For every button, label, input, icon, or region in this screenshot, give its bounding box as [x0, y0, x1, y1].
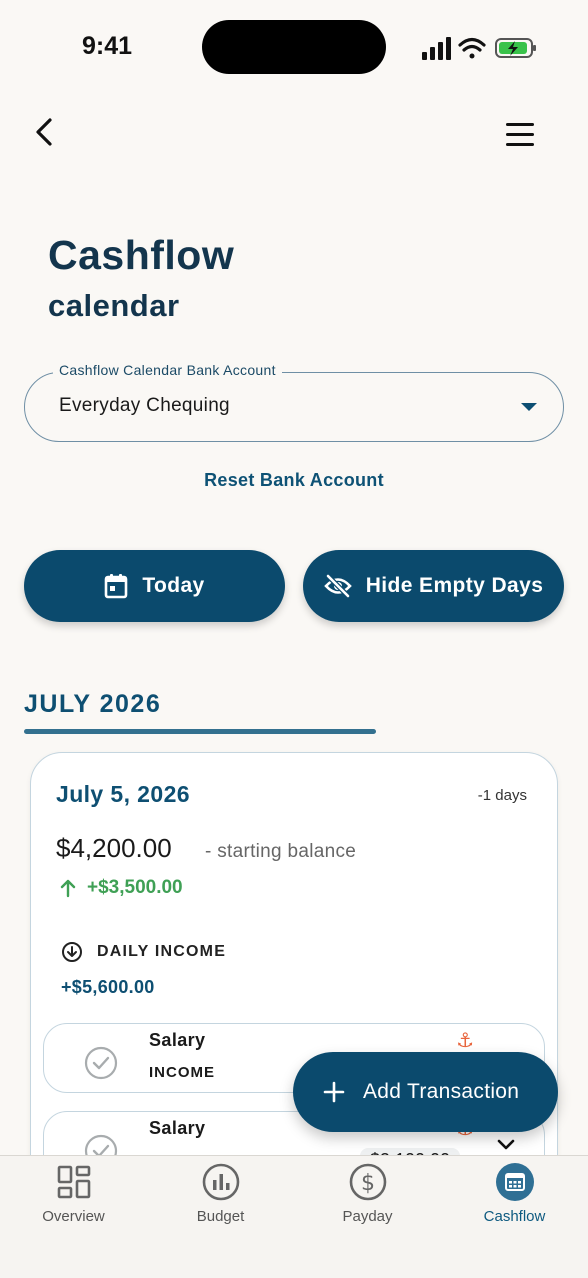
status-time: 9:41: [82, 32, 133, 60]
overview-icon: [54, 1162, 94, 1202]
arrow-up-icon: [60, 879, 76, 898]
payday-icon: $: [348, 1162, 388, 1202]
day-card-date: July 5, 2026: [56, 781, 190, 807]
back-icon[interactable]: [26, 112, 66, 152]
budget-icon: [201, 1162, 241, 1202]
nav-label-overview: Overview: [42, 1208, 105, 1225]
transaction-name: Salary: [149, 1030, 206, 1050]
hide-empty-days-button[interactable]: Hide Empty Days: [303, 550, 564, 622]
reset-bank-account-link[interactable]: Reset Bank Account: [0, 470, 588, 491]
nav-item-payday[interactable]: $ Payday: [294, 1156, 441, 1246]
bank-account-select[interactable]: Cashflow Calendar Bank Account Everyday …: [24, 362, 564, 442]
check-circle-icon[interactable]: [84, 1046, 118, 1080]
status-icons: [422, 37, 536, 60]
hide-empty-days-label: Hide Empty Days: [365, 574, 544, 597]
nav-label-budget: Budget: [196, 1208, 245, 1225]
today-button-label: Today: [142, 574, 205, 597]
nav-item-budget[interactable]: Budget: [147, 1156, 294, 1246]
nav-item-cashflow[interactable]: Cashflow: [441, 1156, 588, 1246]
eye-off-icon: [323, 574, 352, 598]
day-card-balance-note: - starting balance: [205, 841, 357, 862]
wifi-icon: [458, 37, 486, 59]
day-card-offset: -1 days: [477, 787, 527, 804]
daily-income-heading: DAILY INCOME: [61, 941, 226, 963]
bottom-nav: Overview Budget $ Payday Cashflow: [0, 1155, 588, 1278]
nav-label-payday: Payday: [342, 1208, 393, 1225]
arrow-down-circle-icon: [62, 942, 82, 962]
daily-income-total: +$5,600.00: [61, 977, 155, 997]
svg-text:$: $: [361, 1171, 375, 1196]
transaction-type: INCOME: [149, 1064, 215, 1081]
month-underline: [24, 729, 376, 734]
day-card-change-value: +$3,500.00: [87, 877, 183, 898]
plus-icon: [323, 1081, 345, 1103]
menu-icon[interactable]: [500, 116, 540, 152]
page-title: Cashflow: [48, 232, 235, 278]
today-button[interactable]: Today: [24, 550, 285, 622]
daily-income-label: DAILY INCOME: [97, 943, 227, 960]
chevron-down-icon[interactable]: [496, 1138, 516, 1152]
add-transaction-label: Add Transaction: [363, 1080, 520, 1103]
bank-account-select-value: Everyday Chequing: [59, 395, 230, 416]
page-subtitle: calendar: [48, 288, 180, 323]
battery-icon: [495, 38, 536, 58]
day-card-balance: $4,200.00: [56, 833, 172, 863]
dynamic-island: [202, 20, 386, 74]
anchor-icon: ⚓: [456, 1030, 474, 1052]
transaction-name: Salary: [149, 1118, 206, 1138]
caret-down-icon: [521, 403, 537, 411]
nav-item-overview[interactable]: Overview: [0, 1156, 147, 1246]
cellular-signal-icon: [422, 37, 451, 60]
calendar-icon: [105, 574, 128, 599]
bank-account-select-label: Cashflow Calendar Bank Account: [53, 362, 282, 378]
day-card-change: +$3,500.00: [59, 877, 183, 899]
nav-label-cashflow: Cashflow: [483, 1208, 546, 1225]
cashflow-icon: [495, 1162, 535, 1202]
day-card: July 5, 2026 -1 days $4,200.00 - startin…: [30, 752, 558, 1212]
add-transaction-button[interactable]: Add Transaction: [293, 1052, 558, 1132]
month-heading: JULY 2026: [24, 690, 162, 718]
